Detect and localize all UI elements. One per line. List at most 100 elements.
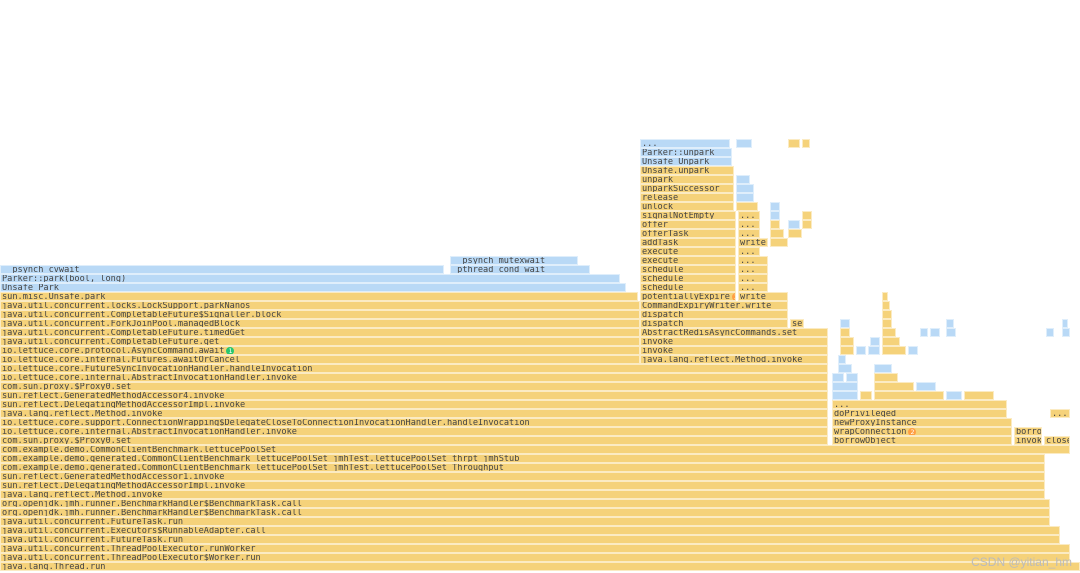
flame-frame[interactable]: [1062, 328, 1070, 337]
flame-frame[interactable]: write: [738, 238, 768, 247]
flame-frame[interactable]: unpark: [640, 175, 734, 184]
flame-frame[interactable]: execute: [640, 247, 736, 256]
flame-frame[interactable]: [846, 373, 858, 382]
flame-frame[interactable]: CommandExpiryWriter.write: [640, 301, 788, 310]
flame-frame[interactable]: java.util.concurrent.locks.LockSupport.p…: [0, 301, 640, 310]
flame-frame[interactable]: potentiallyExpire3: [640, 292, 736, 301]
flame-frame[interactable]: [788, 229, 802, 238]
flame-graph[interactable]: java.lang.Thread.runjava.util.concurrent…: [0, 0, 1080, 573]
flame-frame[interactable]: [788, 220, 800, 229]
flame-frame[interactable]: Unsafe.unpark: [640, 166, 734, 175]
flame-frame[interactable]: [1046, 328, 1054, 337]
flame-frame[interactable]: schedule: [640, 274, 736, 283]
flame-frame[interactable]: [770, 211, 780, 220]
flame-frame[interactable]: java.util.concurrent.CompletableFuture.g…: [0, 337, 640, 346]
flame-frame[interactable]: [832, 373, 844, 382]
flame-frame[interactable]: sun.misc.Unsafe.park: [0, 292, 638, 301]
flame-frame[interactable]: [908, 346, 918, 355]
flame-frame[interactable]: io.lettuce.core.support.ConnectionWrappi…: [0, 418, 828, 427]
flame-frame[interactable]: __psynch_mutexwait: [450, 256, 578, 265]
flame-frame[interactable]: [770, 238, 788, 247]
flame-frame[interactable]: Unsafe_Park: [0, 283, 626, 292]
flame-frame[interactable]: _pthread_cond_wait: [450, 265, 590, 274]
flame-frame[interactable]: com.sun.proxy.$Proxy0.set: [0, 382, 828, 391]
flame-frame[interactable]: schedule: [640, 283, 736, 292]
flame-frame[interactable]: dispatch: [640, 310, 788, 319]
flame-frame[interactable]: [860, 391, 872, 400]
flame-frame[interactable]: close: [1044, 436, 1070, 445]
flame-frame[interactable]: java.util.concurrent.FutureTask.run: [0, 535, 1060, 544]
flame-frame[interactable]: [736, 139, 752, 148]
flame-frame[interactable]: java.util.concurrent.ThreadPoolExecutor$…: [0, 553, 1070, 562]
flame-frame[interactable]: __psynch_cvwait: [0, 265, 444, 274]
flame-frame[interactable]: [736, 202, 758, 211]
flame-frame[interactable]: [838, 355, 846, 364]
flame-frame[interactable]: ...: [738, 265, 768, 274]
flame-frame[interactable]: [946, 319, 954, 328]
flame-frame[interactable]: borrowObject: [1014, 427, 1042, 436]
flame-frame[interactable]: [874, 364, 892, 373]
flame-frame[interactable]: [770, 229, 784, 238]
flame-frame[interactable]: Parker::park(bool, long): [0, 274, 620, 283]
flame-frame[interactable]: [882, 310, 892, 319]
flame-frame[interactable]: [946, 328, 956, 337]
flame-frame[interactable]: [946, 391, 962, 400]
flame-frame[interactable]: ...: [832, 400, 1007, 409]
flame-frame[interactable]: io.lettuce.core.protocol.AsyncCommand.aw…: [0, 346, 640, 355]
flame-frame[interactable]: com.example.demo.generated.CommonClientB…: [0, 463, 1045, 472]
flame-frame[interactable]: java.lang.reflect.Method.invoke: [0, 409, 828, 418]
flame-frame[interactable]: AbstractRedisAsyncCommands.set: [640, 328, 828, 337]
flame-frame[interactable]: java.lang.reflect.Method.invoke: [0, 490, 1045, 499]
flame-frame[interactable]: ...: [738, 211, 760, 220]
flame-frame[interactable]: ...: [738, 256, 768, 265]
flame-frame[interactable]: unparkSuccessor: [640, 184, 734, 193]
flame-frame[interactable]: java.util.concurrent.CompletableFuture.t…: [0, 328, 640, 337]
flame-frame[interactable]: [882, 319, 892, 328]
flame-frame[interactable]: [964, 391, 994, 400]
flame-frame[interactable]: [882, 337, 900, 346]
flame-frame[interactable]: io.lettuce.core.internal.AbstractInvocat…: [0, 427, 828, 436]
flame-frame[interactable]: java.util.concurrent.CompletableFuture$S…: [0, 310, 640, 319]
flame-frame[interactable]: org.openjdk.jmh.runner.BenchmarkHandler$…: [0, 508, 1050, 517]
flame-frame[interactable]: [1062, 319, 1068, 328]
flame-frame[interactable]: [832, 391, 858, 400]
flame-frame[interactable]: [868, 346, 880, 355]
flame-frame[interactable]: write: [738, 292, 788, 301]
flame-frame[interactable]: [840, 328, 850, 337]
flame-frame[interactable]: [788, 139, 800, 148]
flame-frame[interactable]: invoke: [1014, 436, 1042, 445]
flame-frame[interactable]: Unsafe_Unpark: [640, 157, 732, 166]
flame-frame[interactable]: [916, 382, 936, 391]
flame-frame[interactable]: [802, 220, 812, 229]
flame-frame[interactable]: [736, 193, 754, 202]
flame-frame[interactable]: [802, 211, 812, 220]
flame-frame[interactable]: invoke: [640, 337, 828, 346]
flame-frame[interactable]: borrowObject: [832, 436, 1012, 445]
flame-frame[interactable]: io.lettuce.core.FutureSyncInvocationHand…: [0, 364, 828, 373]
flame-frame[interactable]: java.util.concurrent.FutureTask.run: [0, 517, 1050, 526]
flame-frame[interactable]: [882, 301, 890, 310]
flame-frame[interactable]: set: [790, 319, 804, 328]
flame-frame[interactable]: org.openjdk.jmh.runner.BenchmarkHandler$…: [0, 499, 1050, 508]
flame-frame[interactable]: ...: [738, 220, 760, 229]
flame-frame[interactable]: [920, 328, 928, 337]
flame-frame[interactable]: [874, 373, 898, 382]
flame-frame[interactable]: wrapConnection2: [832, 427, 1012, 436]
flame-frame[interactable]: addTask: [640, 238, 736, 247]
flame-frame[interactable]: [840, 319, 850, 328]
flame-frame[interactable]: java.util.concurrent.ForkJoinPool.manage…: [0, 319, 640, 328]
flame-frame[interactable]: [874, 391, 944, 400]
flame-frame[interactable]: [840, 346, 854, 355]
flame-frame[interactable]: [882, 346, 906, 355]
flame-frame[interactable]: sun.reflect.DelegatingMethodAccessorImpl…: [0, 400, 828, 409]
flame-frame[interactable]: ...: [738, 229, 760, 238]
flame-frame[interactable]: release: [640, 193, 734, 202]
flame-frame[interactable]: execute: [640, 256, 736, 265]
flame-frame[interactable]: [802, 139, 810, 148]
flame-frame[interactable]: [840, 337, 854, 346]
flame-frame[interactable]: ...: [738, 247, 760, 256]
flame-frame[interactable]: java.lang.reflect.Method.invoke: [640, 355, 828, 364]
flame-frame[interactable]: offerTask: [640, 229, 736, 238]
flame-frame[interactable]: invoke: [640, 346, 828, 355]
flame-frame[interactable]: newProxyInstance: [832, 418, 1012, 427]
